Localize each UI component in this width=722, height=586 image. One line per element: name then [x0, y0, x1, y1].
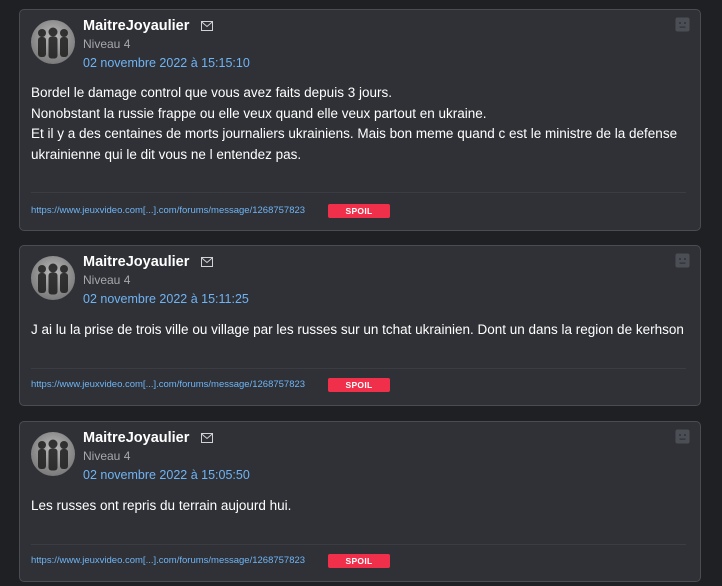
post-date-link[interactable]: 02 novembre 2022 à 15:05:50	[83, 467, 250, 483]
spoil-button[interactable]: SPOIL	[328, 554, 390, 568]
post-body: J ai lu la prise de trois ville ou villa…	[31, 320, 686, 341]
smiley-icon[interactable]	[675, 253, 690, 268]
envelope-icon[interactable]	[201, 433, 213, 443]
forum-post: MaitreJoyaulier Niveau 4 02 novembre 202…	[19, 9, 701, 231]
avatar[interactable]	[31, 256, 75, 300]
post-body-line: Bordel le damage control que vous avez f…	[31, 85, 392, 100]
post-body-line: J ai lu la prise de trois ville ou villa…	[31, 322, 684, 337]
divider	[31, 544, 686, 545]
user-level: Niveau 4	[83, 37, 131, 51]
permalink[interactable]: https://www.jeuxvideo.com[...].com/forum…	[31, 205, 305, 217]
forum-post: MaitreJoyaulier Niveau 4 02 novembre 202…	[19, 245, 701, 406]
permalink[interactable]: https://www.jeuxvideo.com[...].com/forum…	[31, 379, 305, 391]
post-date-link[interactable]: 02 novembre 2022 à 15:11:25	[83, 291, 249, 307]
avatar[interactable]	[31, 20, 75, 64]
permalink[interactable]: https://www.jeuxvideo.com[...].com/forum…	[31, 555, 305, 567]
post-body-line: Les russes ont repris du terrain aujourd…	[31, 498, 292, 513]
author-name[interactable]: MaitreJoyaulier	[83, 253, 189, 271]
user-level: Niveau 4	[83, 449, 131, 463]
author-name[interactable]: MaitreJoyaulier	[83, 429, 189, 447]
smiley-icon[interactable]	[675, 429, 690, 444]
divider	[31, 192, 686, 193]
spoil-button[interactable]: SPOIL	[328, 204, 390, 218]
user-level: Niveau 4	[83, 273, 131, 287]
author-name[interactable]: MaitreJoyaulier	[83, 17, 189, 35]
envelope-icon[interactable]	[201, 257, 213, 267]
post-body-line: Nonobstant la russie frappe ou elle veux…	[31, 105, 487, 121]
spoil-button[interactable]: SPOIL	[328, 378, 390, 392]
avatar[interactable]	[31, 432, 75, 476]
post-body: Les russes ont repris du terrain aujourd…	[31, 496, 686, 517]
post-body-line: Et il y a des centaines de morts journal…	[31, 126, 678, 162]
post-body: Bordel le damage control que vous avez f…	[31, 83, 686, 165]
forum-post: MaitreJoyaulier Niveau 4 02 novembre 202…	[19, 421, 701, 582]
post-date-link[interactable]: 02 novembre 2022 à 15:15:10	[83, 55, 250, 71]
envelope-icon[interactable]	[201, 21, 213, 31]
divider	[31, 368, 686, 369]
message-feed: MaitreJoyaulier Niveau 4 02 novembre 202…	[0, 0, 722, 586]
smiley-icon[interactable]	[675, 17, 690, 32]
